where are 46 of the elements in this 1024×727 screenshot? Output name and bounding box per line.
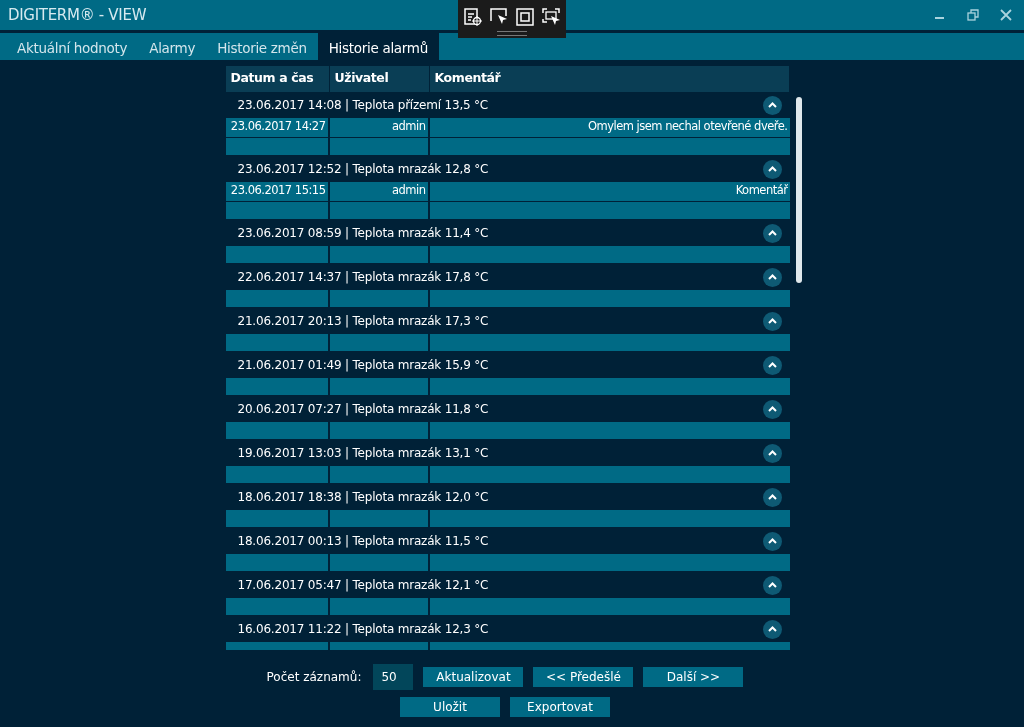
group-title: 17.06.2017 05:47 | Teplota mrazák 12,1 °C [237,578,489,592]
group-title: 23.06.2017 08:59 | Teplota mrazák 11,4 °C [237,226,489,240]
collapse-icon[interactable] [762,531,782,551]
group-title: 18.06.2017 18:38 | Teplota mrazák 12,0 °C [237,490,489,504]
collapse-icon[interactable] [762,267,782,287]
table-cell-text: Omylem jsem nechal otevřené dveře. [586,118,789,135]
count-field[interactable]: 50 [373,664,414,690]
action-button[interactable]: Další >> [643,667,744,687]
collapse-icon[interactable] [762,619,782,639]
collapse-icon[interactable] [762,575,782,595]
select-element-icon[interactable] [463,7,483,27]
group-title: 21.06.2017 01:49 | Teplota mrazák 15,9 °C [237,358,489,372]
group-title: 20.06.2017 07:27 | Teplota mrazák 11,8 °C [237,402,489,416]
tab[interactable]: Historie změn [206,33,318,60]
cursor-frame-icon[interactable] [541,7,561,27]
action-button[interactable]: Exportovat [510,697,610,717]
table-cell-text: Komentář [734,182,789,199]
group-title: 22.06.2017 14:37 | Teplota mrazák 17,8 °C [237,270,489,284]
collapse-icon[interactable] [762,95,782,115]
column-header: Datum a čas [225,66,330,92]
group-title: 16.06.2017 11:22 | Teplota mrazák 12,3 °C [237,622,489,636]
window-title: DIGITERM® - VIEW [7,6,147,24]
column-header: Uživatel [329,66,430,92]
tab[interactable]: Historie alarmů [317,33,439,60]
collapse-icon[interactable] [762,355,782,375]
collapse-icon[interactable] [762,487,782,507]
action-button[interactable]: Aktualizovat [423,667,524,687]
tab[interactable]: Alarmy [138,33,207,60]
column-header: Komentář [429,66,790,92]
close-icon[interactable] [1000,9,1012,21]
action-button[interactable]: << Předešlé [533,667,634,687]
frame-icon[interactable] [515,7,535,27]
group-title: 23.06.2017 14:08 | Teplota přízemí 13,5 °C [237,98,489,112]
collapse-icon[interactable] [762,443,782,463]
group-title: 21.06.2017 20:13 | Teplota mrazák 17,3 °C [237,314,489,328]
collapse-icon[interactable] [762,159,782,179]
collapse-icon[interactable] [762,311,782,331]
collapse-icon[interactable] [762,223,782,243]
count-label: Počet záznamů: [266,670,362,684]
collapse-icon[interactable] [762,399,782,419]
action-button[interactable]: Uložit [400,697,500,717]
restore-icon[interactable] [967,9,979,21]
group-title: 23.06.2017 12:52 | Teplota mrazák 12,8 °C [237,162,489,176]
group-title: 18.06.2017 00:13 | Teplota mrazák 11,5 °C [237,534,489,548]
tab[interactable]: Aktuální hodnoty [6,33,139,60]
group-title: 19.06.2017 13:03 | Teplota mrazák 13,1 °C [237,446,489,460]
